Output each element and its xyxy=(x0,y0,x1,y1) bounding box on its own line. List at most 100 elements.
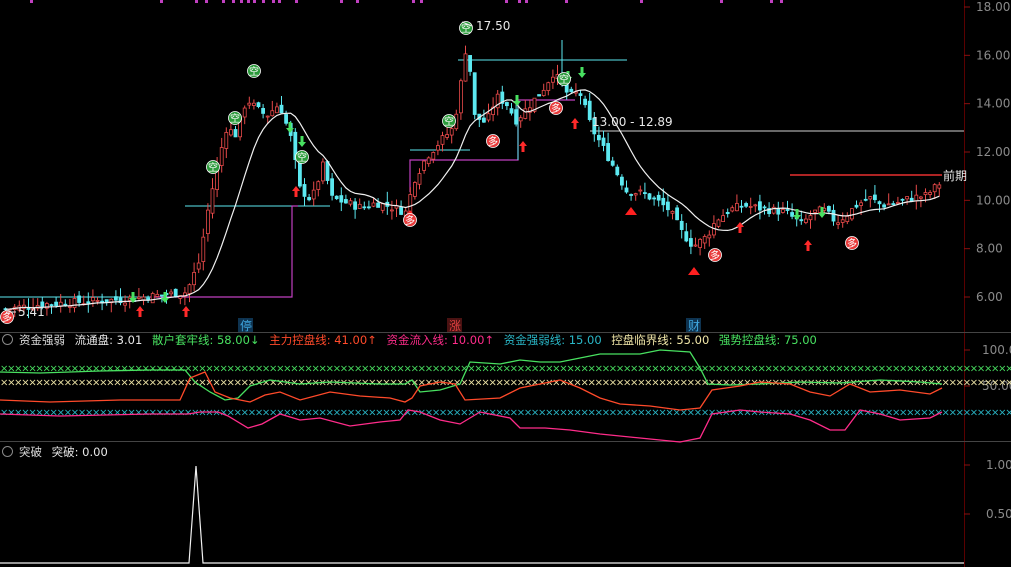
candle-body xyxy=(689,238,693,247)
candle-body xyxy=(670,210,675,214)
candle-body xyxy=(937,184,942,189)
candle-body xyxy=(86,301,91,304)
candle-body xyxy=(173,288,178,298)
candle-body xyxy=(77,295,81,303)
top-dot xyxy=(195,0,198,3)
candle-body xyxy=(417,173,422,185)
candle-body xyxy=(836,222,840,225)
panel1-settings-icon[interactable] xyxy=(2,334,13,345)
candle-body xyxy=(210,188,215,214)
critical-x-line: ××××××××××××××××××××××××××××××××××××××××… xyxy=(0,378,1011,389)
candle-body xyxy=(666,201,670,211)
candle-body xyxy=(72,298,77,309)
signal-arrows xyxy=(129,67,826,317)
candle-body xyxy=(440,135,445,145)
top-dot xyxy=(420,0,423,3)
up-arrow xyxy=(571,118,579,129)
candle-body xyxy=(136,296,141,299)
candle-body xyxy=(707,234,712,239)
legend-item-1: 散户套牢线: 58.00↓ xyxy=(151,333,260,347)
candle-body xyxy=(320,161,325,182)
stock-chart[interactable]: 18.0016.0014.0012.0010.008.006.00 空空空空空空… xyxy=(0,0,1011,567)
candle-body xyxy=(251,102,256,106)
marker-finance: 财 xyxy=(688,319,700,333)
candle-body xyxy=(620,176,624,186)
candle-body xyxy=(813,209,817,213)
candle-body xyxy=(224,132,229,149)
candle-body xyxy=(307,197,312,201)
top-dot xyxy=(272,0,275,3)
sell-badge-text: 空 xyxy=(297,151,307,164)
candle-body xyxy=(316,181,321,190)
top-dot xyxy=(780,0,783,3)
buy-badge-text: 多 xyxy=(2,311,12,324)
candle-body xyxy=(578,93,583,96)
price-axis-label: 12.00 xyxy=(976,145,1010,159)
top-dot xyxy=(720,0,723,3)
candle-body xyxy=(900,198,905,201)
candle-body xyxy=(366,206,371,209)
candle-body xyxy=(389,209,394,212)
candle-body xyxy=(54,301,58,306)
sell-badge-text: 空 xyxy=(208,161,218,174)
candle-body xyxy=(302,184,307,197)
candle-body xyxy=(877,201,882,205)
top-dot xyxy=(505,0,508,3)
candle-body xyxy=(261,108,266,114)
candle-body xyxy=(873,194,877,201)
buy-badge-text: 多 xyxy=(710,249,720,262)
up-arrow xyxy=(519,141,527,152)
candle-body xyxy=(850,208,854,220)
candle-body xyxy=(914,194,919,202)
top-dot xyxy=(412,0,415,3)
panel2-axis-label: 0.50 xyxy=(986,507,1011,521)
candle-body xyxy=(932,184,937,193)
price-axis: 18.00 16.00 14.00 12.00 10.00 8.00 6.00 xyxy=(976,0,1010,304)
candle-body xyxy=(426,157,431,165)
candle-body xyxy=(422,160,427,171)
candle-body xyxy=(399,206,404,215)
candle-body xyxy=(652,197,656,200)
candle-body xyxy=(799,219,804,222)
top-dot xyxy=(222,0,225,3)
top-dot xyxy=(160,0,163,3)
panel2-settings-icon[interactable] xyxy=(2,446,13,457)
candle-body xyxy=(716,219,721,227)
candle-body xyxy=(776,208,781,215)
top-dot xyxy=(640,0,643,3)
candle-body xyxy=(868,196,873,200)
candle-body xyxy=(601,137,606,146)
candle-body xyxy=(854,204,859,208)
candle-body xyxy=(343,199,348,204)
candle-body xyxy=(233,129,238,138)
candle-body xyxy=(739,205,744,208)
candle-body xyxy=(781,209,785,213)
candle-body xyxy=(808,215,813,221)
buy-badge-text: 多 xyxy=(551,102,561,115)
legend-item-3: 资金流入线: 10.00↑ xyxy=(386,333,495,347)
candle-body xyxy=(675,207,679,221)
candle-body xyxy=(840,219,845,223)
down-arrow xyxy=(578,67,586,78)
candle-body xyxy=(445,134,450,138)
panel2-name: 突破 xyxy=(19,445,42,459)
legend-item-4: 资金强弱线: 15.00 xyxy=(503,333,602,347)
candle-body xyxy=(523,108,528,119)
top-dot xyxy=(240,0,243,3)
legend-item-5: 控盘临界线: 55.00 xyxy=(611,333,710,347)
candle-body xyxy=(435,145,440,151)
candle-body xyxy=(458,80,463,114)
candle-body xyxy=(431,152,436,160)
candle-body xyxy=(896,202,900,204)
sell-badge-text: 空 xyxy=(230,112,240,125)
chart-frame xyxy=(0,0,1011,567)
candle-body xyxy=(744,203,748,207)
strong-control-x-line: ××××××××××××××××××××××××××××××××××××××××… xyxy=(0,364,1011,375)
candle-body xyxy=(362,206,367,209)
candle-body xyxy=(123,302,127,306)
candle-body xyxy=(339,195,344,203)
candle-body xyxy=(753,204,758,207)
candle-body xyxy=(256,102,261,108)
panel1-name: 资金强弱 xyxy=(19,333,65,347)
candle-body xyxy=(353,201,358,210)
